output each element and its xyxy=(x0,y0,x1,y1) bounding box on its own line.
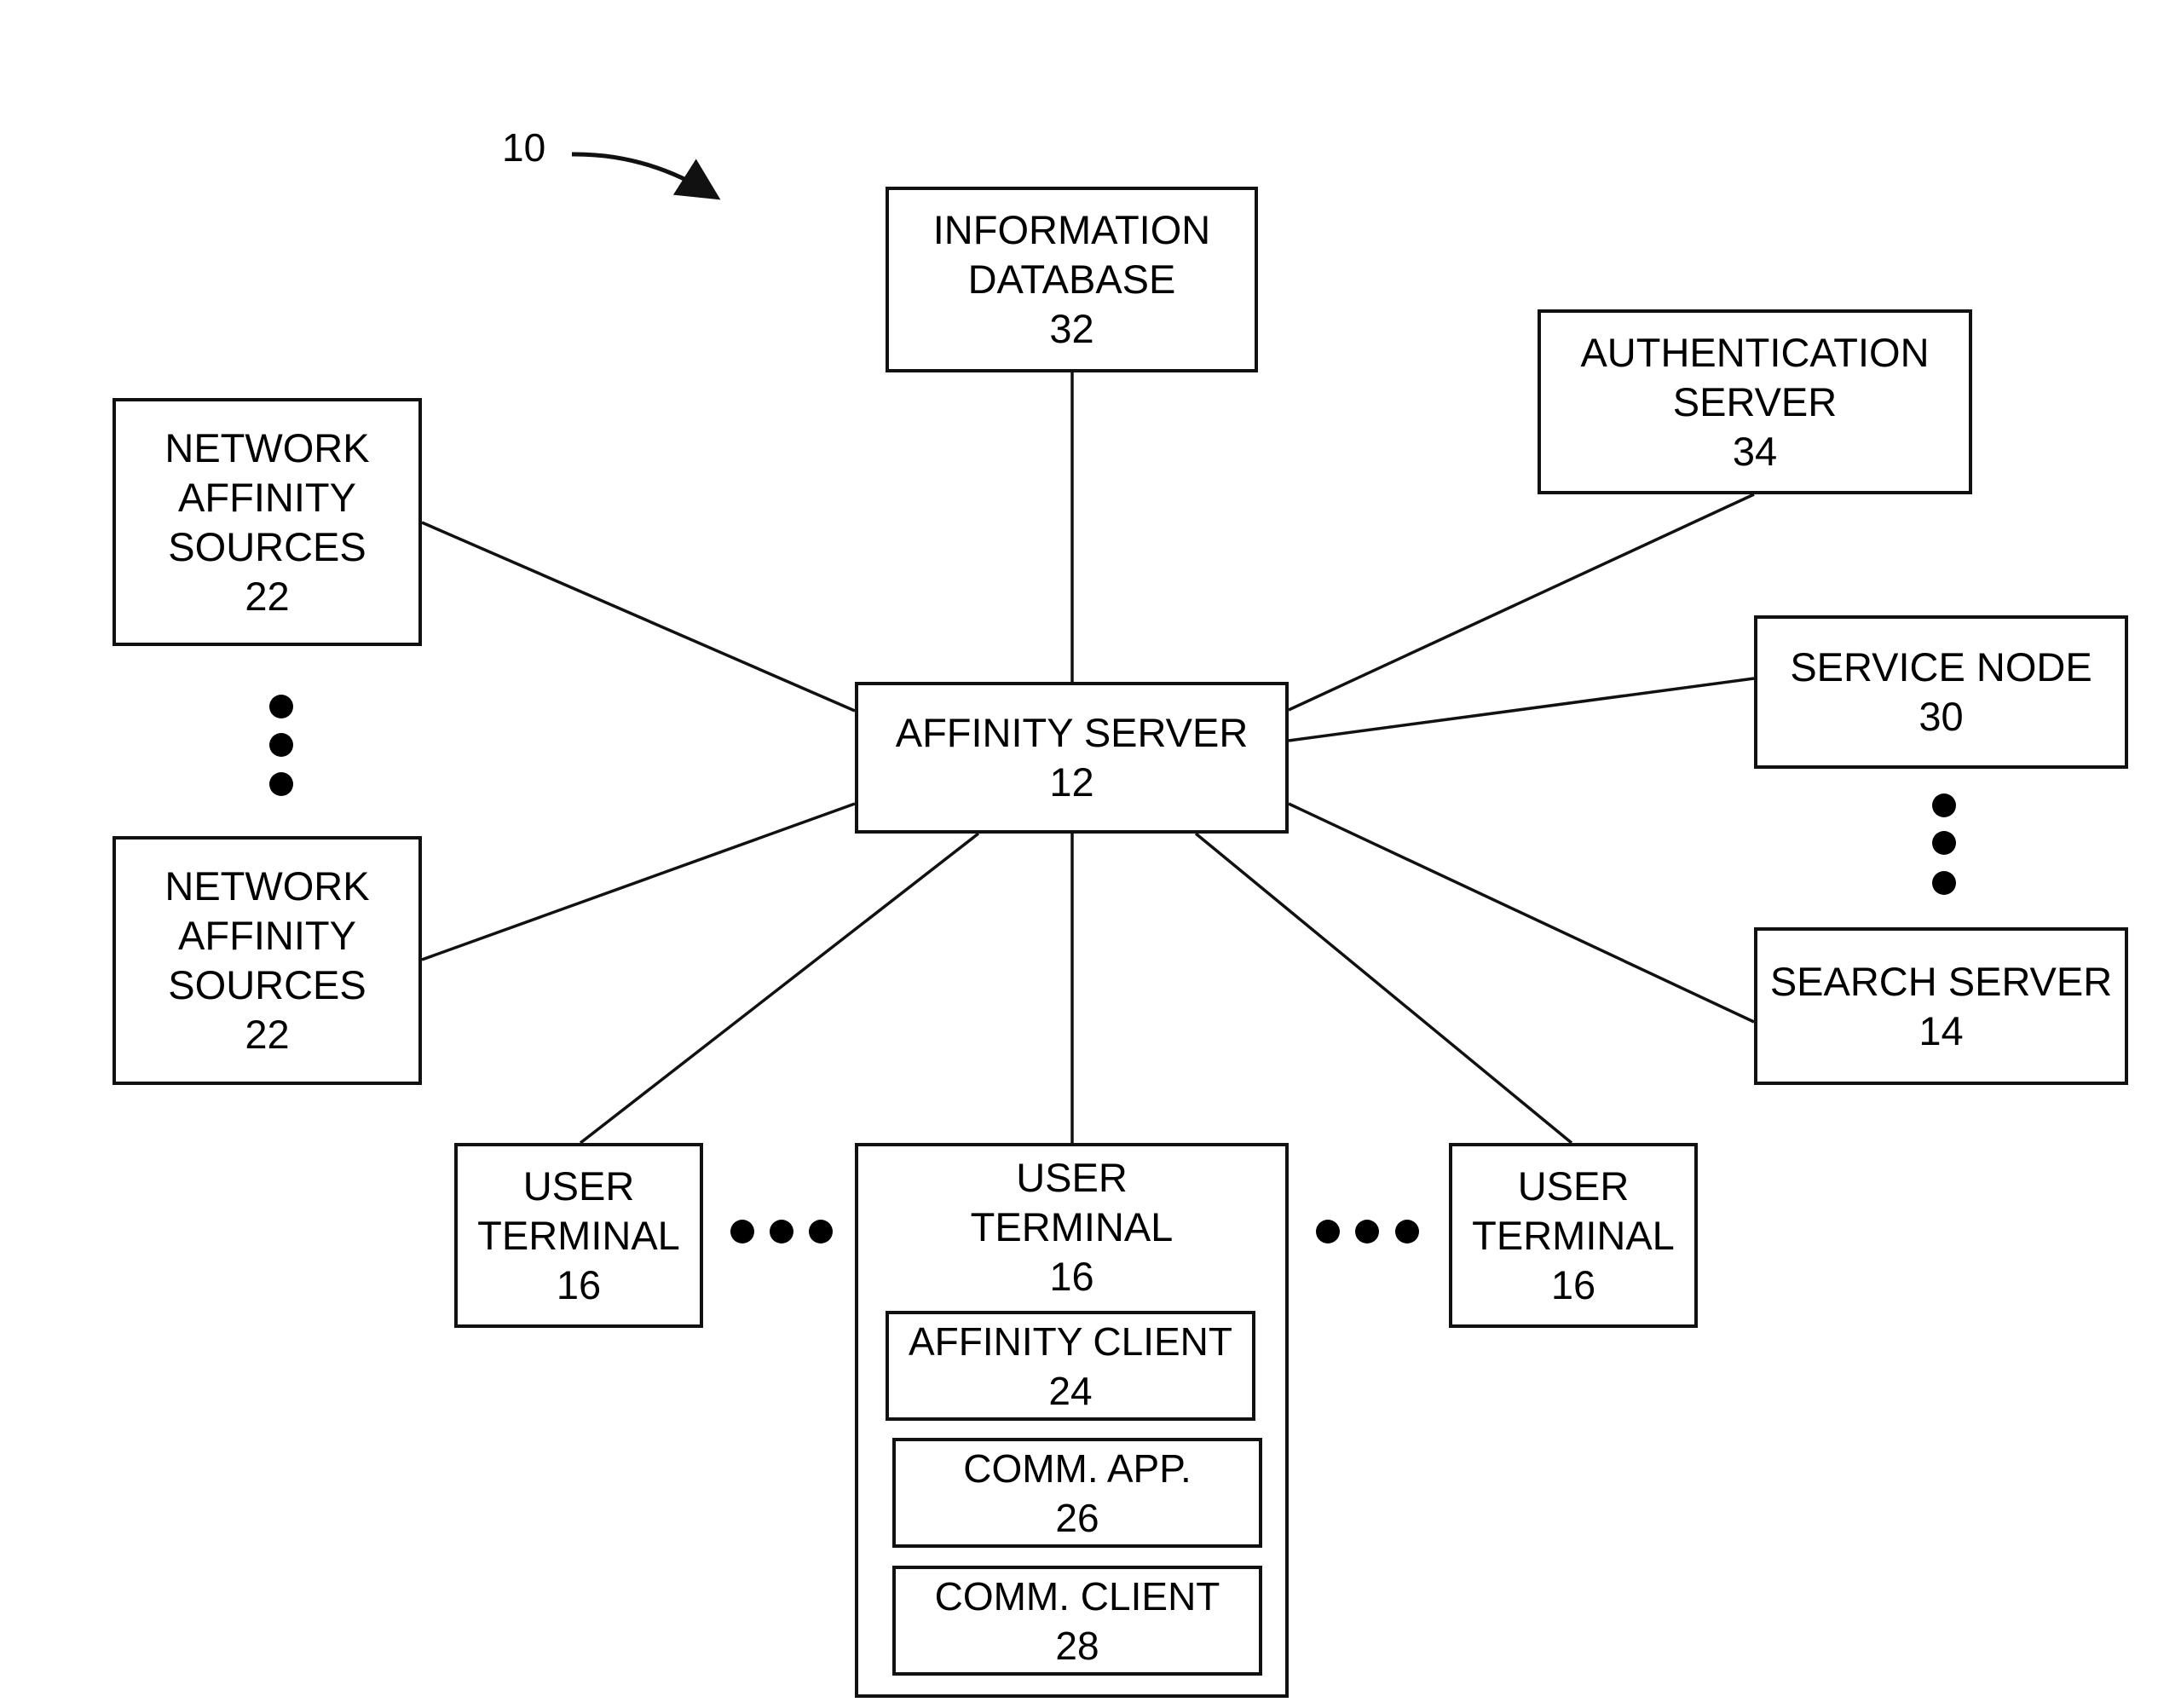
node-ref: 22 xyxy=(245,573,290,619)
node-label: COMM. APP. xyxy=(963,1445,1191,1491)
network-affinity-sources-node[interactable]: NETWORK AFFINITY SOURCES 22 xyxy=(113,398,422,646)
edge-affinity-server-authentication-server xyxy=(1288,493,1755,712)
node-label: NETWORK xyxy=(164,424,370,470)
node-label: TERMINAL xyxy=(1472,1212,1675,1258)
node-label: AFFINITY xyxy=(178,474,356,520)
service-node-node[interactable]: SERVICE NODE 30 xyxy=(1754,615,2128,769)
ellipsis-dot xyxy=(1316,1220,1340,1243)
node-label: COMM. CLIENT xyxy=(934,1573,1220,1619)
node-ref: 16 xyxy=(1049,1254,1094,1299)
node-label: SEARCH SERVER xyxy=(1769,958,2113,1004)
node-label: USER xyxy=(1517,1163,1630,1209)
node-label: TERMINAL xyxy=(970,1204,1174,1249)
ellipsis-dot xyxy=(809,1220,833,1243)
node-label: AFFINITY CLIENT xyxy=(909,1319,1232,1364)
information-database-node[interactable]: INFORMATION DATABASE 32 xyxy=(886,187,1258,372)
node-label: AFFINITY SERVER xyxy=(895,710,1249,755)
node-label: SOURCES xyxy=(168,523,366,569)
affinity-server-node[interactable]: AFFINITY SERVER 12 xyxy=(855,682,1289,834)
node-ref: 14 xyxy=(1918,1007,1964,1053)
ellipsis-dot xyxy=(1932,871,1956,895)
reference-arrow xyxy=(571,152,721,200)
ellipsis-dot xyxy=(1395,1220,1419,1243)
affinity-client-node[interactable]: AFFINITY CLIENT 24 xyxy=(886,1311,1255,1421)
comm-app-node[interactable]: COMM. APP. 26 xyxy=(892,1438,1262,1548)
ellipsis-dot xyxy=(269,695,293,718)
node-ref: 16 xyxy=(556,1261,602,1307)
edge-affinity-server-search-server xyxy=(1288,802,1755,1024)
user-terminal-node[interactable]: USER TERMINAL 16 xyxy=(1449,1143,1698,1328)
node-ref: 32 xyxy=(1049,306,1094,351)
node-label: NETWORK xyxy=(164,863,370,909)
edge-affinity-server-network-affinity-sources-2 xyxy=(421,802,856,961)
search-server-node[interactable]: SEARCH SERVER 14 xyxy=(1754,927,2128,1085)
user-terminal-node[interactable]: USER TERMINAL 16 xyxy=(454,1143,703,1328)
node-label: USER xyxy=(1016,1155,1128,1200)
authentication-server-node[interactable]: AUTHENTICATION SERVER 34 xyxy=(1538,309,1972,494)
node-label: SERVICE NODE xyxy=(1790,644,2092,690)
figure-reference-label: 10 xyxy=(502,125,546,170)
ellipsis-dot xyxy=(730,1220,754,1243)
node-label: SERVER xyxy=(1672,378,1838,424)
node-label: SOURCES xyxy=(168,962,366,1007)
edge-affinity-server-service-node xyxy=(1288,677,1755,742)
node-ref: 28 xyxy=(1055,1623,1099,1668)
node-ref: 30 xyxy=(1918,694,1964,739)
node-ref: 26 xyxy=(1055,1495,1099,1540)
ellipsis-dot xyxy=(269,733,293,757)
node-ref: 12 xyxy=(1049,759,1094,805)
ellipsis-dot xyxy=(1932,831,1956,855)
ellipsis-dot xyxy=(269,772,293,796)
node-label: USER xyxy=(522,1163,635,1209)
node-label: INFORMATION xyxy=(932,207,1211,252)
comm-client-node[interactable]: COMM. CLIENT 28 xyxy=(892,1566,1262,1676)
edge-affinity-server-user-terminal-right xyxy=(1194,832,1573,1145)
edge-affinity-server-network-affinity-sources-1 xyxy=(421,521,856,713)
node-label: TERMINAL xyxy=(477,1212,680,1258)
node-label: AUTHENTICATION xyxy=(1580,329,1930,375)
node-ref: 24 xyxy=(1048,1368,1093,1413)
ellipsis-dot xyxy=(770,1220,793,1243)
node-ref: 34 xyxy=(1732,428,1778,474)
ellipsis-dot xyxy=(1355,1220,1379,1243)
node-label: DATABASE xyxy=(967,257,1176,302)
node-ref: 22 xyxy=(245,1012,290,1057)
network-affinity-sources-node[interactable]: NETWORK AFFINITY SOURCES 22 xyxy=(113,836,422,1085)
node-ref: 16 xyxy=(1550,1261,1596,1307)
node-label: AFFINITY xyxy=(178,913,356,958)
ellipsis-dot xyxy=(1932,793,1956,817)
